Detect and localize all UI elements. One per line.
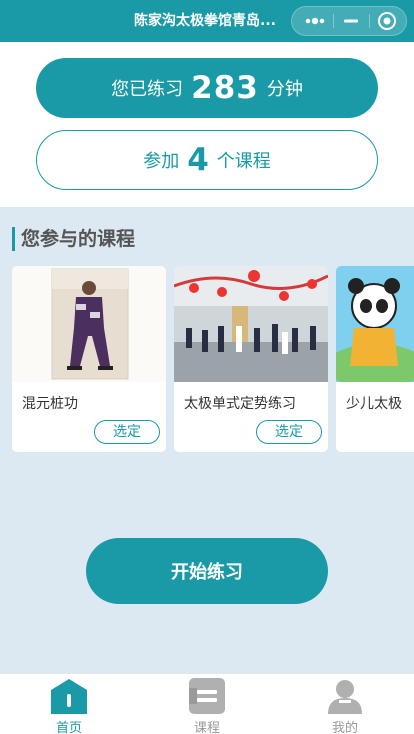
practice-minutes-value: 283 [191,70,259,106]
course-title: 太极单式定势练习 [184,396,296,412]
page-title: 陈家沟太极拳馆青岛... [134,13,276,29]
stats-panel: 您已练习 283 分钟 参加 4 个课程 [0,42,414,207]
course-card[interactable]: 太极单式定势练习 选定 [174,266,328,452]
course-card[interactable]: 少儿太极 [336,266,414,452]
tab-label: 首页 [55,721,82,734]
course-title: 混元桩功 [22,396,78,412]
tab-label: 课程 [193,721,220,734]
select-course-button[interactable]: 选定 [94,420,160,444]
course-thumbnail [336,266,414,382]
course-title: 少儿太极 [346,396,402,412]
courses-count-badge[interactable]: 参加 4 个课程 [36,130,378,190]
practice-suffix: 分钟 [266,79,303,100]
tab-courses[interactable]: 课程 [138,674,276,734]
select-course-button[interactable]: 选定 [256,420,322,444]
start-practice-button[interactable]: 开始练习 [86,538,328,604]
title-bar: 陈家沟太极拳馆青岛... [0,0,414,42]
close-circle-icon [378,12,396,30]
minimize-icon [344,19,358,23]
tab-profile[interactable]: 我的 [276,674,414,734]
more-menu-button[interactable] [296,7,334,35]
course-thumbnail [12,266,166,382]
course-card[interactable]: 混元桩功 选定 [12,266,166,452]
tab-home[interactable]: 首页 [0,674,138,734]
home-icon [51,679,87,714]
section-title: 您参与的课程 [12,227,135,251]
mini-program-capsule [291,6,407,36]
tab-bar: 首页 课程 我的 [0,673,414,734]
more-dots-icon [305,17,325,25]
courses-count-value: 4 [187,142,209,178]
course-thumbnail [174,266,328,382]
tab-label: 我的 [331,721,358,734]
user-icon [328,680,362,714]
course-icon [189,678,225,714]
close-button[interactable] [368,7,406,35]
courses-suffix: 个课程 [216,151,271,172]
minimize-button[interactable] [332,7,370,35]
courses-prefix: 参加 [143,151,180,172]
practice-prefix: 您已练习 [111,79,184,100]
practice-minutes-badge[interactable]: 您已练习 283 分钟 [36,58,378,118]
course-card-list[interactable]: 混元桩功 选定 太极单式定势练习 选定 少儿太极 [0,266,414,452]
